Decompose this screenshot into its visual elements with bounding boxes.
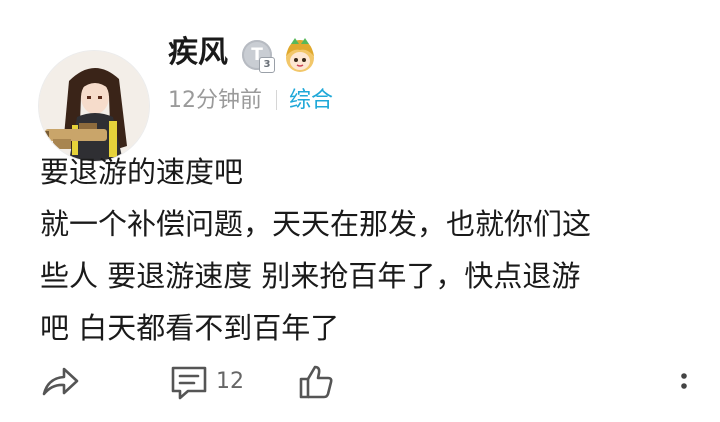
comment-count: 12 [216, 369, 244, 394]
post-body-line: 要退游的速度吧 [40, 155, 244, 189]
thumbs-up-icon [299, 365, 333, 399]
more-options-button[interactable] [674, 364, 694, 400]
meta-divider [276, 90, 277, 110]
post-card: 疾风 T 3 12分钟前 综合 要退游的速度吧 就一个补偿问题，天天在那发，也就你… [0, 0, 720, 422]
post-meta: 12分钟前 综合 [168, 86, 333, 116]
comment-button[interactable]: 12 [170, 364, 250, 400]
share-button[interactable] [40, 364, 80, 400]
level-badge: T 3 [242, 40, 275, 73]
avatar-illustration [39, 51, 149, 161]
level-badge-number: 3 [259, 57, 275, 73]
more-vertical-icon [681, 373, 687, 389]
username[interactable]: 疾风 [168, 33, 228, 73]
like-button[interactable] [298, 364, 334, 400]
post-body-line: 些人 要退游速度 别来抢百年了，快点退游 [40, 259, 581, 293]
post-body-line: 就一个补偿问题，天天在那发，也就你们这 [40, 207, 592, 241]
post-body-line: 吧 白天都看不到百年了 [40, 311, 340, 345]
post-body[interactable]: 要退游的速度吧 就一个补偿问题，天天在那发，也就你们这 些人 要退游速度 别来抢… [40, 146, 690, 354]
share-icon [42, 367, 79, 396]
post-time: 12分钟前 [168, 88, 262, 113]
comment-icon [171, 366, 207, 400]
post-category-link[interactable]: 综合 [289, 88, 333, 113]
character-badge-icon [281, 36, 319, 74]
